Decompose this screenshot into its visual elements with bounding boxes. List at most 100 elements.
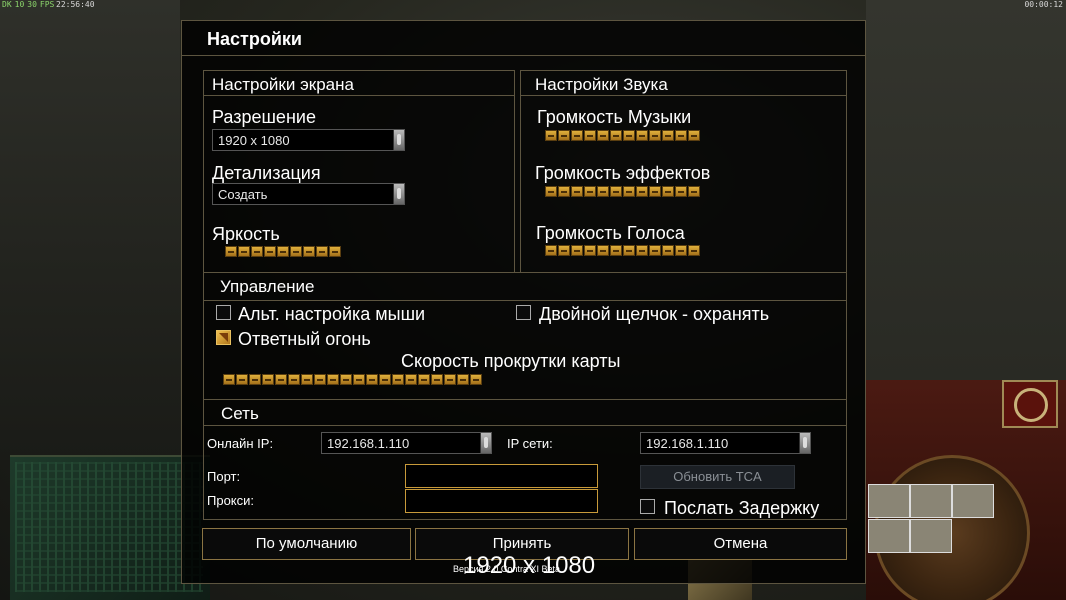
dropdown-scroll-icon[interactable] — [799, 433, 810, 453]
online-ip-label: Онлайн IP: — [207, 436, 274, 451]
slider-segment[interactable] — [649, 186, 661, 197]
slider-segment[interactable] — [558, 130, 570, 141]
slider-segment[interactable] — [558, 245, 570, 256]
slider-segment[interactable] — [675, 130, 687, 141]
slider-segment[interactable] — [597, 186, 609, 197]
slider-segment[interactable] — [649, 245, 661, 256]
update-tca-button[interactable]: Обновить TCA — [640, 465, 795, 489]
panel-title: Настройки Звука — [535, 75, 668, 94]
slider-segment[interactable] — [314, 374, 326, 385]
slider-segment[interactable] — [264, 246, 276, 257]
slider-segment[interactable] — [327, 374, 339, 385]
slider-segment[interactable] — [223, 374, 235, 385]
slider-segment[interactable] — [470, 374, 482, 385]
slider-segment[interactable] — [610, 186, 622, 197]
slider-segment[interactable] — [584, 186, 596, 197]
slider-segment[interactable] — [610, 245, 622, 256]
slider-segment[interactable] — [610, 130, 622, 141]
send-delay-checkbox[interactable] — [640, 499, 655, 514]
slider-segment[interactable] — [290, 246, 302, 257]
slider-segment[interactable] — [329, 246, 341, 257]
slider-segment[interactable] — [288, 374, 300, 385]
slider-segment[interactable] — [303, 246, 315, 257]
double-click-label: Двойной щелчок - охранять — [539, 304, 770, 324]
lan-ip-select[interactable]: 192.168.1.110 — [640, 432, 811, 454]
alt-mouse-checkbox[interactable] — [216, 305, 231, 320]
slider-segment[interactable] — [379, 374, 391, 385]
double-click-checkbox[interactable] — [516, 305, 531, 320]
slider-segment[interactable] — [662, 245, 674, 256]
slider-segment[interactable] — [688, 130, 700, 141]
slider-segment[interactable] — [275, 374, 287, 385]
slider-segment[interactable] — [340, 374, 352, 385]
return-fire-checkbox[interactable] — [216, 330, 231, 345]
options-dialog: Настройки Настройки экрана Разрешение 19… — [181, 20, 866, 584]
slider-segment[interactable] — [316, 246, 328, 257]
dropdown-scroll-icon[interactable] — [480, 433, 491, 453]
slider-segment[interactable] — [597, 245, 609, 256]
slider-segment[interactable] — [238, 246, 250, 257]
panel-title: Настройки экрана — [212, 75, 354, 94]
slider-segment[interactable] — [457, 374, 469, 385]
slider-segment[interactable] — [301, 374, 313, 385]
slider-segment[interactable] — [262, 374, 274, 385]
slider-segment[interactable] — [688, 245, 700, 256]
slider-segment[interactable] — [431, 374, 443, 385]
slider-segment[interactable] — [545, 245, 557, 256]
cancel-button[interactable]: Отмена — [634, 528, 847, 560]
voice-volume-slider[interactable] — [545, 245, 700, 258]
slider-segment[interactable] — [225, 246, 237, 257]
resolution-select[interactable]: 1920 x 1080 — [212, 129, 405, 151]
overlay-bar: DK 10 30 FPS 22:56:40 00:00:12 — [0, 0, 1066, 9]
game-timer: 00:00:12 — [1024, 0, 1063, 9]
port-input[interactable] — [405, 464, 598, 488]
send-delay-label: Послать Задержку — [664, 498, 820, 518]
dialog-title: Настройки — [207, 29, 302, 49]
detail-select[interactable]: Создать — [212, 183, 405, 205]
slider-segment[interactable] — [366, 374, 378, 385]
panel-title: Сеть — [221, 404, 259, 423]
slider-segment[interactable] — [675, 186, 687, 197]
slider-segment[interactable] — [444, 374, 456, 385]
slider-segment[interactable] — [558, 186, 570, 197]
slider-segment[interactable] — [662, 186, 674, 197]
slider-segment[interactable] — [688, 186, 700, 197]
slider-segment[interactable] — [571, 186, 583, 197]
dropdown-scroll-icon[interactable] — [393, 130, 404, 150]
dropdown-scroll-icon[interactable] — [393, 184, 404, 204]
slider-segment[interactable] — [675, 245, 687, 256]
slider-segment[interactable] — [584, 245, 596, 256]
slider-segment[interactable] — [584, 130, 596, 141]
alt-mouse-label: Альт. настройка мыши — [238, 304, 426, 324]
defaults-button[interactable]: По умолчанию — [202, 528, 411, 560]
scroll-speed-slider[interactable] — [223, 374, 482, 387]
slider-segment[interactable] — [405, 374, 417, 385]
slider-segment[interactable] — [623, 186, 635, 197]
slider-segment[interactable] — [392, 374, 404, 385]
music-volume-label: Громкость Музыки — [537, 107, 692, 127]
slider-segment[interactable] — [636, 186, 648, 197]
slider-segment[interactable] — [597, 130, 609, 141]
slider-segment[interactable] — [249, 374, 261, 385]
slider-segment[interactable] — [623, 245, 635, 256]
proxy-input[interactable] — [405, 489, 598, 513]
slider-segment[interactable] — [418, 374, 430, 385]
slider-segment[interactable] — [571, 245, 583, 256]
online-ip-select[interactable]: 192.168.1.110 — [321, 432, 492, 454]
music-volume-slider[interactable] — [545, 130, 700, 143]
slider-segment[interactable] — [636, 130, 648, 141]
slider-segment[interactable] — [623, 130, 635, 141]
slider-segment[interactable] — [571, 130, 583, 141]
slider-segment[interactable] — [277, 246, 289, 257]
effects-volume-slider[interactable] — [545, 186, 700, 199]
slider-segment[interactable] — [649, 130, 661, 141]
slider-segment[interactable] — [353, 374, 365, 385]
slider-segment[interactable] — [545, 130, 557, 141]
slider-segment[interactable] — [545, 186, 557, 197]
slider-segment[interactable] — [662, 130, 674, 141]
brightness-slider[interactable] — [225, 246, 341, 259]
slider-segment[interactable] — [636, 245, 648, 256]
slider-segment[interactable] — [251, 246, 263, 257]
voice-volume-label: Громкость Голоса — [536, 223, 685, 243]
slider-segment[interactable] — [236, 374, 248, 385]
